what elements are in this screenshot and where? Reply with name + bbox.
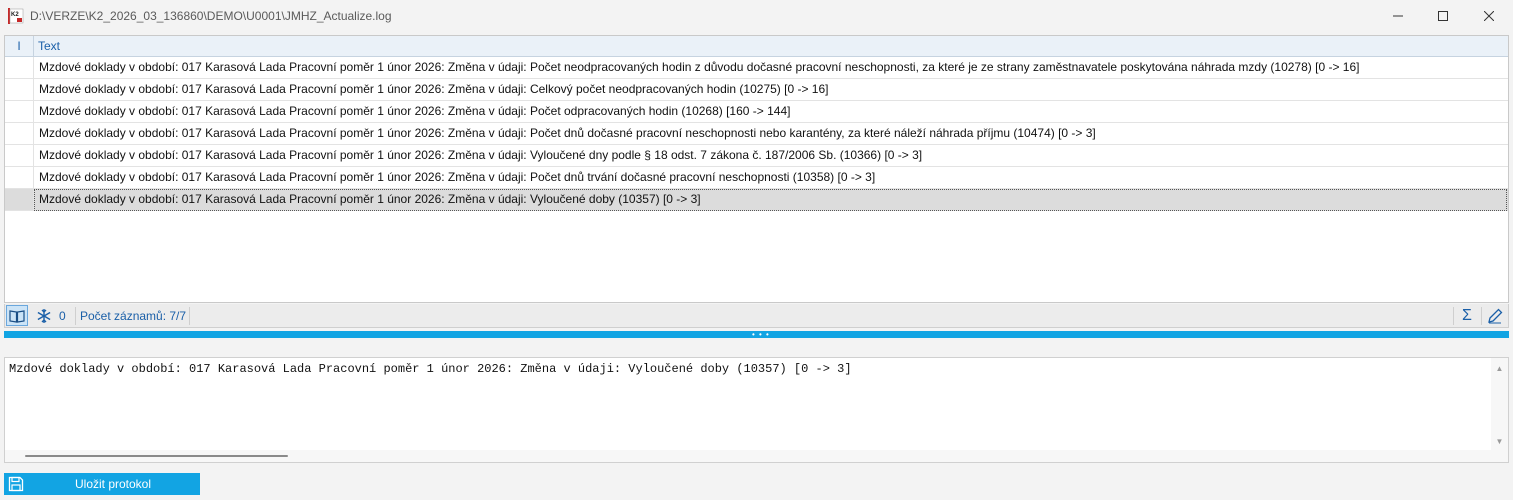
scroll-down-icon[interactable]: ▼ [1495, 437, 1504, 446]
detail-text: Mzdové doklady v období: 017 Karasová La… [9, 362, 852, 376]
window-title: D:\VERZE\K2_2026_03_136860\DEMO\U0001\JM… [30, 9, 392, 23]
table-row[interactable]: Mzdové doklady v období: 017 Karasová La… [5, 79, 1508, 101]
minimize-button[interactable] [1375, 0, 1421, 32]
divider [189, 307, 190, 325]
splitter-handle[interactable]: • • • [4, 330, 1509, 339]
pencil-icon [1488, 308, 1503, 324]
log-grid[interactable]: I Text Mzdové doklady v období: 017 Kara… [4, 35, 1509, 303]
grid-status-bar: 0 Počet záznamů: 7/7 Σ [4, 304, 1509, 328]
row-indicator [5, 101, 34, 122]
column-header-indicator[interactable]: I [5, 36, 34, 56]
row-indicator [5, 189, 34, 210]
book-toggle-button[interactable] [6, 305, 28, 326]
row-text: Mzdové doklady v období: 017 Karasová La… [39, 192, 701, 206]
table-row-selected[interactable]: Mzdové doklady v období: 017 Karasová La… [5, 189, 1508, 211]
table-row[interactable]: Mzdové doklady v období: 017 Karasová La… [5, 57, 1508, 79]
maximize-button[interactable] [1420, 0, 1466, 32]
grip-dots-icon: • • • [752, 330, 770, 339]
column-header-text[interactable]: Text [38, 36, 60, 56]
save-protocol-label: Uložit protokol [74, 477, 152, 491]
row-indicator [5, 167, 34, 188]
table-row[interactable]: Mzdové doklady v období: 017 Karasová La… [5, 123, 1508, 145]
row-indicator [5, 145, 34, 166]
scroll-thumb[interactable] [25, 455, 288, 457]
horizontal-scrollbar[interactable] [5, 450, 1491, 462]
row-text: Mzdové doklady v období: 017 Karasová La… [39, 82, 829, 96]
record-count: Počet záznamů: 7/7 [80, 309, 187, 323]
row-text: Mzdové doklady v období: 017 Karasová La… [39, 126, 1096, 140]
row-text: Mzdové doklady v období: 017 Karasová La… [39, 104, 791, 118]
svg-text:K2: K2 [11, 12, 19, 18]
row-text: Mzdové doklady v období: 017 Karasová La… [39, 170, 876, 184]
detail-text-area[interactable]: Mzdové doklady v období: 017 Karasová La… [4, 357, 1509, 463]
table-row[interactable]: Mzdové doklady v období: 017 Karasová La… [5, 167, 1508, 189]
filter-count: 0 [59, 309, 66, 323]
sum-button[interactable]: Σ [1458, 307, 1476, 325]
divider [1453, 307, 1454, 325]
minimize-icon [1393, 15, 1403, 17]
table-row[interactable]: Mzdové doklady v období: 017 Karasová La… [5, 101, 1508, 123]
table-row[interactable]: Mzdové doklady v období: 017 Karasová La… [5, 145, 1508, 167]
vertical-scrollbar[interactable]: ▲ ▼ [1491, 358, 1508, 462]
maximize-icon [1438, 11, 1448, 21]
sigma-icon: Σ [1462, 307, 1472, 324]
app-icon: K2 [8, 8, 24, 24]
row-indicator [5, 123, 34, 144]
book-icon [9, 309, 25, 323]
row-indicator [5, 57, 34, 78]
scroll-up-icon[interactable]: ▲ [1495, 364, 1504, 373]
close-icon [1484, 11, 1494, 21]
grid-header: I Text [5, 36, 1508, 57]
close-button[interactable] [1466, 0, 1512, 32]
snowflake-icon [37, 309, 51, 323]
divider [1481, 307, 1482, 325]
divider [75, 307, 76, 325]
edit-button[interactable] [1486, 307, 1504, 325]
save-protocol-button[interactable]: Uložit protokol [4, 473, 200, 495]
row-text: Mzdové doklady v období: 017 Karasová La… [39, 148, 923, 162]
row-text: Mzdové doklady v období: 017 Karasová La… [39, 60, 1360, 74]
row-indicator [5, 79, 34, 100]
filter-button[interactable] [35, 307, 53, 325]
title-bar: K2 D:\VERZE\K2_2026_03_136860\DEMO\U0001… [0, 0, 1513, 32]
